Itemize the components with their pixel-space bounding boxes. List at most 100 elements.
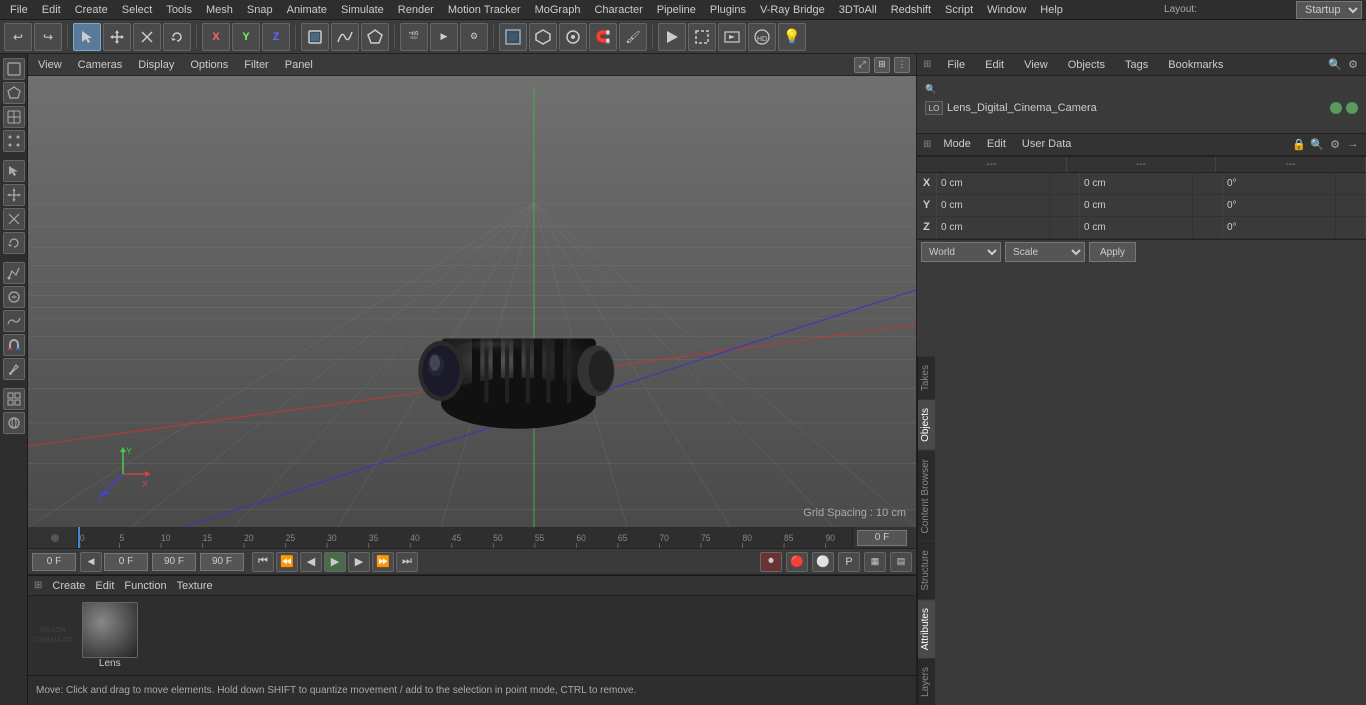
preview-start-input[interactable] — [104, 553, 148, 571]
apply-button[interactable]: Apply — [1089, 242, 1136, 262]
objects-objects-btn[interactable]: Objects — [1064, 57, 1109, 73]
menu-edit[interactable]: Edit — [36, 2, 67, 18]
prev-frame-btn[interactable]: ◀ — [300, 552, 322, 572]
objects-edit-btn[interactable]: Edit — [981, 57, 1008, 73]
viewport-expand-btn[interactable]: ⤢ — [854, 57, 870, 73]
spline-button[interactable] — [331, 23, 359, 51]
objects-search-icon[interactable]: 🔍 — [1328, 58, 1342, 72]
menu-render[interactable]: Render — [392, 2, 440, 18]
menu-window[interactable]: Window — [981, 2, 1032, 18]
render-start[interactable]: ▶ — [430, 23, 458, 51]
menu-help[interactable]: Help — [1034, 2, 1069, 18]
menu-plugins[interactable]: Plugins — [704, 2, 752, 18]
timeline-track[interactable]: 0 5 10 15 20 25 30 35 — [78, 527, 852, 549]
material-create-btn[interactable]: Create — [52, 580, 85, 592]
object-render-btn[interactable] — [1346, 102, 1358, 114]
menu-animate[interactable]: Animate — [281, 2, 333, 18]
prev-keyframe-btn[interactable]: ⏪ — [276, 552, 298, 572]
current-frame-input[interactable] — [857, 530, 907, 546]
menu-character[interactable]: Character — [588, 2, 648, 18]
coords-y-size[interactable]: 0 cm — [1080, 195, 1193, 216]
tab-content-browser[interactable]: Content Browser — [918, 450, 935, 541]
dope-sheet-btn[interactable]: ▤ — [890, 552, 912, 572]
render-region[interactable] — [688, 23, 716, 51]
sidebar-edge-mode[interactable] — [3, 106, 25, 128]
objects-view-btn[interactable]: View — [1020, 57, 1052, 73]
sidebar-point-mode[interactable] — [3, 130, 25, 152]
sidebar-live-select[interactable] — [3, 160, 25, 182]
menu-motion-tracker[interactable]: Motion Tracker — [442, 2, 527, 18]
magnet-tool[interactable]: 🧲 — [589, 23, 617, 51]
poly-mode-button[interactable] — [361, 23, 389, 51]
sidebar-grid-tool[interactable] — [3, 388, 25, 410]
viewport-layout-btn[interactable]: ⊞ — [874, 57, 890, 73]
coords-x-rot[interactable]: 0° — [1223, 173, 1336, 194]
go-to-end-btn[interactable]: ⏭ — [396, 552, 418, 572]
z-axis-button[interactable]: Z — [262, 23, 290, 51]
material-edit-btn[interactable]: Edit — [95, 580, 114, 592]
objects-tags-btn[interactable]: Tags — [1121, 57, 1152, 73]
attr-edit-btn[interactable]: Edit — [983, 136, 1010, 152]
motion-clip-btn[interactable]: ▦ — [864, 552, 886, 572]
end-frame-input[interactable] — [152, 553, 196, 571]
sidebar-pen-tool[interactable] — [3, 262, 25, 284]
menu-pipeline[interactable]: Pipeline — [651, 2, 702, 18]
search-input[interactable] — [940, 82, 1358, 96]
viewport-canvas[interactable]: Perspective — [28, 76, 916, 527]
playback-settings-btn[interactable]: P — [838, 552, 860, 572]
attr-nav-icon[interactable]: → — [1346, 137, 1360, 151]
viewport-menu-view[interactable]: View — [34, 57, 66, 73]
coords-y-rot[interactable]: 0° — [1223, 195, 1336, 216]
render-picture-viewer[interactable]: 🎬 — [400, 23, 428, 51]
objects-bookmarks-btn[interactable]: Bookmarks — [1164, 57, 1227, 73]
viewport-settings-btn[interactable]: ⋮ — [894, 57, 910, 73]
menu-vray[interactable]: V-Ray Bridge — [754, 2, 831, 18]
quick-render[interactable] — [658, 23, 686, 51]
menu-snap[interactable]: Snap — [241, 2, 279, 18]
attr-settings-icon[interactable]: ⚙ — [1328, 137, 1342, 151]
sidebar-model-mode[interactable] — [3, 58, 25, 80]
sidebar-move-tool[interactable] — [3, 184, 25, 206]
menu-file[interactable]: File — [4, 2, 34, 18]
menu-select[interactable]: Select — [116, 2, 159, 18]
coords-x-size[interactable]: 0 cm — [1080, 173, 1193, 194]
sidebar-rotate-tool[interactable] — [3, 232, 25, 254]
menu-simulate[interactable]: Simulate — [335, 2, 390, 18]
sidebar-wrap-tool[interactable] — [3, 412, 25, 434]
x-axis-button[interactable]: X — [202, 23, 230, 51]
select-mode-button[interactable] — [73, 23, 101, 51]
tab-objects[interactable]: Objects — [918, 399, 935, 450]
perspective-view[interactable] — [499, 23, 527, 51]
y-axis-button[interactable]: Y — [232, 23, 260, 51]
start-frame-input[interactable] — [32, 553, 76, 571]
light-icon[interactable]: 💡 — [778, 23, 806, 51]
next-frame-btn[interactable]: ▶ — [348, 552, 370, 572]
prev-frame-5-btn[interactable]: ◀ — [80, 552, 102, 572]
paint-tool[interactable]: 🖌 — [619, 23, 647, 51]
rotate-button[interactable] — [163, 23, 191, 51]
coords-z-rot[interactable]: 0° — [1223, 217, 1336, 238]
objects-file-btn[interactable]: File — [943, 57, 969, 73]
attr-mode-btn[interactable]: Mode — [939, 136, 975, 152]
hdr-display[interactable]: HD — [748, 23, 776, 51]
top-view[interactable] — [529, 23, 557, 51]
timeline-ruler[interactable]: 0 5 10 15 20 25 30 35 — [28, 527, 916, 549]
object-mode-button[interactable] — [301, 23, 329, 51]
tab-structure[interactable]: Structure — [918, 541, 935, 599]
auto-keyframe-btn[interactable]: 🔴 — [786, 552, 808, 572]
object-row-lens[interactable]: LO Lens_Digital_Cinema_Camera — [921, 98, 1362, 118]
viewport-menu-panel[interactable]: Panel — [281, 57, 317, 73]
move-button[interactable] — [103, 23, 131, 51]
viewport-menu-options[interactable]: Options — [186, 57, 232, 73]
material-lens-item[interactable]: Lens — [82, 602, 138, 669]
coords-z-pos[interactable]: 0 cm — [937, 217, 1050, 238]
scale-dropdown[interactable]: Scale — [1005, 242, 1085, 262]
viewport-menu-cameras[interactable]: Cameras — [74, 57, 127, 73]
sidebar-paint-tool[interactable] — [3, 358, 25, 380]
sidebar-sculpt-tool[interactable] — [3, 286, 25, 308]
menu-create[interactable]: Create — [69, 2, 114, 18]
sidebar-poly-mode[interactable] — [3, 82, 25, 104]
objects-settings-icon[interactable]: ⚙ — [1346, 58, 1360, 72]
attr-search-icon[interactable]: 🔍 — [1310, 137, 1324, 151]
attr-lock-icon[interactable]: 🔒 — [1292, 137, 1306, 151]
